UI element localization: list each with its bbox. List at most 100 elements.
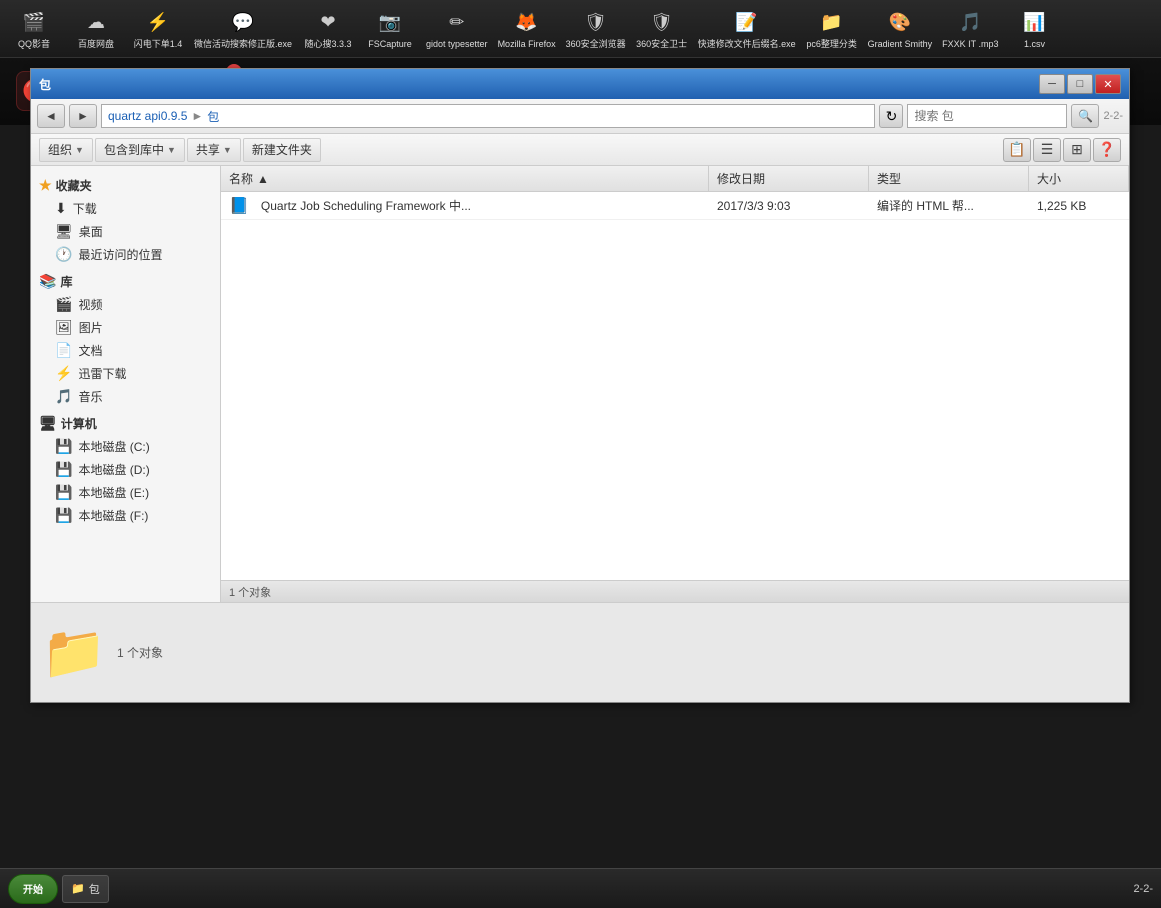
sidebar-favorites-header[interactable]: ★ 收藏夹 [31,174,220,197]
taskbar-top-label: pc6整理分类 [806,39,857,50]
taskbar-top-item[interactable]: 📊1.csv [1005,3,1065,55]
share-arrow: ▼ [223,145,232,155]
minimize-button[interactable]: ─ [1039,74,1065,94]
properties-button[interactable]: 📋 [1003,138,1031,162]
taskbar-top-label: 1.csv [1024,39,1045,50]
search-input[interactable] [907,104,1067,128]
sidebar-library-section: 📚 库 🎬 视频 🖼 图片 📄 文档 ⚡ 迅雷下载 [31,270,220,408]
sidebar-item-drive-f[interactable]: 💾 本地磁盘 (F:) [31,504,220,527]
taskbar-top-icon: 💬 [228,7,258,37]
taskbar-top: 🎬 QQ影音 ☁百度网盘⚡闪电下单1.4💬微信活动搜索修正版.exe❤随心搜3.3.… [0,0,1161,57]
path-part-1[interactable]: quartz api0.9.5 [108,109,187,123]
taskbar-top-item[interactable]: 🛡360安全浏览器 [562,3,630,55]
back-button[interactable]: ◄ [37,104,65,128]
drive-f-label: 本地磁盘 (F:) [78,507,148,524]
sidebar-item-documents[interactable]: 📄 文档 [31,339,220,362]
col-header-date[interactable]: 修改日期 [709,166,869,191]
help-button[interactable]: ❓ [1093,138,1121,162]
status-count-text: 1 个对象 [229,584,271,600]
taskbar-top-label: QQ影音 [18,39,50,50]
file-explorer-window: 包 ─ □ ✕ ◄ ► quartz api0.9.5 ► 包 ↻ 🔍 2-2-… [30,68,1130,703]
refresh-button[interactable]: ↻ [879,104,903,128]
taskbar-top-item[interactable]: 📷FSCapture [360,3,420,55]
taskbar-top-item[interactable]: ☁百度网盘 [66,3,126,55]
taskbar-time: 2-2- [1133,883,1153,895]
recent-label: 最近访问的位置 [78,246,162,263]
taskbar-top-icon: 📝 [732,7,762,37]
close-button[interactable]: ✕ [1095,74,1121,94]
sidebar-item-pictures[interactable]: 🖼 图片 [31,316,220,339]
sidebar-item-drive-d[interactable]: 💾 本地磁盘 (D:) [31,458,220,481]
taskbar-top-label: gidot typesetter [426,39,488,50]
col-header-name[interactable]: 名称 ▲ [221,166,709,191]
taskbar-top-label: 360安全卫士 [636,39,687,50]
active-window-icon: 📁 [71,882,85,895]
drive-d-icon: 💾 [55,461,72,478]
active-window-label: 包 [89,881,100,897]
taskbar-top-item[interactable]: 📝快速修改文件后缀名.exe [694,3,800,55]
organize-arrow: ▼ [75,145,84,155]
organize-button[interactable]: 组织 ▼ [39,138,93,162]
sidebar-item-recent[interactable]: 🕐 最近访问的位置 [31,243,220,266]
maximize-button[interactable]: □ [1067,74,1093,94]
taskbar-top-icon: 🎨 [885,7,915,37]
share-button[interactable]: 共享 ▼ [187,138,241,162]
taskbar-top-label: FSCapture [368,39,412,50]
include-library-button[interactable]: 包含到库中 ▼ [95,138,185,162]
taskbar-top-item[interactable]: 🎬 QQ影音 [4,3,64,55]
library-folder-icon: 📚 [39,273,56,290]
view-toggle-button[interactable]: ☰ [1033,138,1061,162]
col-type-label: 类型 [877,170,901,187]
desktop-label: 桌面 [79,223,103,240]
table-row[interactable]: 📘 Quartz Job Scheduling Framework 中... 2… [221,192,1129,220]
address-path-display[interactable]: quartz api0.9.5 ► 包 [101,104,875,128]
titlebar-controls: ─ □ ✕ [1039,74,1121,94]
address-bar: ◄ ► quartz api0.9.5 ► 包 ↻ 🔍 2-2- [31,99,1129,134]
sidebar-item-downloads[interactable]: ⬇ 下载 [31,197,220,220]
file-date-text: 2017/3/3 9:03 [717,199,790,213]
sidebar-item-video[interactable]: 🎬 视频 [31,293,220,316]
sidebar-item-drive-e[interactable]: 💾 本地磁盘 (E:) [31,481,220,504]
taskbar-top-icon: 🦊 [512,7,542,37]
bottom-status-count: 1 个对象 [117,644,163,661]
taskbar-top-item[interactable]: ❤随心搜3.3.3 [298,3,358,55]
content-area: ★ 收藏夹 ⬇ 下载 🖥 桌面 🕐 最近访问的位置 [31,166,1129,602]
sidebar-item-thunder[interactable]: ⚡ 迅雷下载 [31,362,220,385]
sidebar-item-desktop[interactable]: 🖥 桌面 [31,220,220,243]
video-label: 视频 [78,296,102,313]
taskbar-top-item[interactable]: 💬微信活动搜索修正版.exe [190,3,296,55]
taskbar-top-item[interactable]: 📁pc6整理分类 [802,3,862,55]
file-area: 名称 ▲ 修改日期 类型 大小 📘 Quartz Job S [221,166,1129,602]
favorites-label: 收藏夹 [56,177,92,194]
taskbar-top-item[interactable]: ⚡闪电下单1.4 [128,3,188,55]
taskbar-top-item[interactable]: 🦊Mozilla Firefox [494,3,560,55]
sidebar-library-header[interactable]: 📚 库 [31,270,220,293]
start-button[interactable]: 开始 [8,874,58,904]
col-size-label: 大小 [1037,170,1061,187]
forward-button[interactable]: ► [69,104,97,128]
path-part-2[interactable]: 包 [207,108,219,125]
taskbar-top-item[interactable]: ✏gidot typesetter [422,3,492,55]
organize-label: 组织 [48,141,72,158]
col-header-size[interactable]: 大小 [1029,166,1129,191]
documents-label: 文档 [78,342,102,359]
taskbar-top-item[interactable]: 🎨 Gradient Smithy [864,3,937,55]
taskbar-active-window[interactable]: 📁 包 [62,875,109,903]
recent-icon: 🕐 [55,246,72,263]
sidebar-item-music[interactable]: 🎵 音乐 [31,385,220,408]
search-button[interactable]: 🔍 [1071,104,1099,128]
sidebar-item-drive-c[interactable]: 💾 本地磁盘 (C:) [31,435,220,458]
view-details-button[interactable]: ⊞ [1063,138,1091,162]
taskbar-top-icon: 🎬 [19,7,49,37]
taskbar-bottom: 开始 📁 包 2-2- [0,868,1161,908]
taskbar-top-item[interactable]: 🛡360安全卫士 [632,3,692,55]
new-folder-button[interactable]: 新建文件夹 [243,138,321,162]
file-cell-date: 2017/3/3 9:03 [709,192,869,219]
file-size-text: 1,225 KB [1037,199,1086,213]
drive-c-label: 本地磁盘 (C:) [78,438,149,455]
taskbar-top-label: Gradient Smithy [868,39,933,50]
sidebar-computer-header[interactable]: 🖥 计算机 [31,412,220,435]
col-header-type[interactable]: 类型 [869,166,1029,191]
taskbar-top-item[interactable]: 🎵FXXK IT .mp3 [938,3,1002,55]
taskbar-top-icon: 🛡 [581,7,611,37]
